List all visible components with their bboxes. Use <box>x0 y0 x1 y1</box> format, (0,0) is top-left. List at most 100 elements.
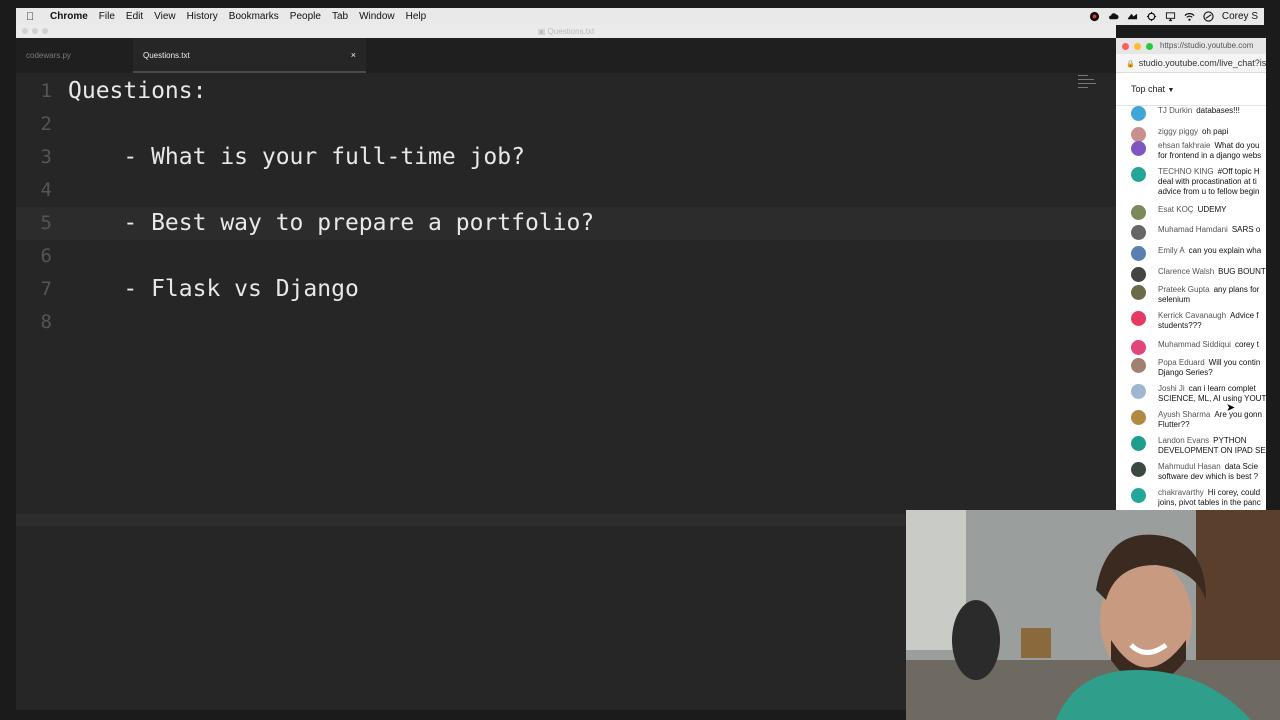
minimize-window-button[interactable] <box>32 28 38 34</box>
cloud-icon[interactable] <box>1108 11 1119 22</box>
chat-text: PYTHON <box>1213 436 1247 445</box>
chat-author[interactable]: TJ Durkin <box>1158 106 1192 115</box>
editor-line-current[interactable]: 5 - Best way to prepare a portfolio? <box>16 207 1116 240</box>
wifi-icon[interactable] <box>1184 11 1195 22</box>
status-area: Corey S <box>1089 8 1258 25</box>
chat-author[interactable]: Mahmudul Hasan <box>1158 462 1221 471</box>
record-icon[interactable] <box>1089 11 1100 22</box>
chat-author[interactable]: ehsan fakhraie <box>1158 141 1210 150</box>
editor-line[interactable]: 4 <box>16 174 1116 207</box>
avatar[interactable] <box>1131 488 1146 503</box>
zoom-window-button[interactable] <box>1146 43 1153 50</box>
chat-author[interactable]: ziggy piggy <box>1158 127 1198 136</box>
chat-text: can you explain wha <box>1188 246 1262 255</box>
avatar[interactable] <box>1131 167 1146 182</box>
menu-tab[interactable]: Tab <box>332 11 348 22</box>
address-bar[interactable]: 🔒 studio.youtube.com/live_chat?is <box>1116 54 1266 73</box>
line-text[interactable]: - What is your full-time job? <box>68 141 525 174</box>
address-text[interactable]: studio.youtube.com/live_chat?is <box>1139 58 1266 68</box>
avatar[interactable] <box>1131 436 1146 451</box>
editor-line[interactable]: 3 - What is your full-time job? <box>16 141 1116 174</box>
chat-author[interactable]: Joshi Ji <box>1158 384 1185 393</box>
chat-author[interactable]: TECHNO KING <box>1158 167 1214 176</box>
chat-author[interactable]: Clarence Walsh <box>1158 267 1214 276</box>
chat-text: advice from u to fellow begin <box>1158 187 1260 196</box>
app-icon[interactable] <box>1127 11 1138 22</box>
avatar[interactable] <box>1131 141 1146 156</box>
chat-message-body: Muhammad Siddiqui corey t <box>1158 340 1266 350</box>
user-name[interactable]: Corey S <box>1222 11 1258 22</box>
avatar[interactable] <box>1131 246 1146 261</box>
chat-author[interactable]: Emily A <box>1158 246 1185 255</box>
chat-author[interactable]: Landon Evans <box>1158 436 1209 445</box>
avatar[interactable] <box>1131 311 1146 326</box>
avatar[interactable] <box>1131 340 1146 355</box>
chat-author[interactable]: Popa Eduard <box>1158 358 1205 367</box>
line-text[interactable]: Questions: <box>68 75 206 108</box>
editor-line[interactable]: 7 - Flask vs Django <box>16 273 1116 306</box>
avatar[interactable] <box>1131 225 1146 240</box>
menu-app-name[interactable]: Chrome <box>50 11 88 22</box>
line-text[interactable]: - Flask vs Django <box>68 273 358 306</box>
chat-author[interactable]: Ayush Sharma <box>1158 410 1210 419</box>
close-tab-icon[interactable]: × <box>351 38 356 73</box>
airplay-icon[interactable] <box>1165 11 1176 22</box>
chat-text: Django Series? <box>1158 368 1213 377</box>
apple-icon[interactable]:  <box>26 11 40 23</box>
editor-line[interactable]: 6 <box>16 240 1116 273</box>
chat-text: Will you contin <box>1208 358 1261 367</box>
minimap[interactable] <box>1078 75 1098 89</box>
chat-author[interactable]: Esat KOÇ <box>1158 205 1194 214</box>
avatar[interactable] <box>1131 127 1146 142</box>
chat-text: DEVELOPMENT ON IPAD SE <box>1158 446 1266 455</box>
chat-author[interactable]: Muhamad Hamdani <box>1158 225 1228 234</box>
chat-text: students??? <box>1158 321 1202 330</box>
avatar[interactable] <box>1131 384 1146 399</box>
chat-author[interactable]: chakravarthy <box>1158 488 1204 497</box>
avatar[interactable] <box>1131 205 1146 220</box>
chat-window-title-bar: https://studio.youtube.com <box>1116 38 1266 54</box>
chat-message-body: TECHNO KING #Off topic Hdeal with procast… <box>1158 167 1266 197</box>
menu-people[interactable]: People <box>290 11 321 22</box>
menu-edit[interactable]: Edit <box>126 11 143 22</box>
avatar[interactable] <box>1131 358 1146 373</box>
editor-line[interactable]: 1 Questions: <box>16 75 1116 108</box>
avatar[interactable] <box>1131 267 1146 282</box>
chat-author[interactable]: Muhammad Siddiqui <box>1158 340 1231 349</box>
chat-text: oh papi <box>1202 127 1229 136</box>
editor-line[interactable]: 2 <box>16 108 1116 141</box>
close-window-button[interactable] <box>1122 43 1129 50</box>
bug-icon[interactable] <box>1146 11 1157 22</box>
avatar[interactable] <box>1131 106 1146 121</box>
editor-line[interactable]: 8 <box>16 306 1116 339</box>
line-number: 4 <box>40 179 52 201</box>
chat-message-body: ziggy piggy oh papi <box>1158 127 1266 137</box>
do-not-disturb-icon[interactable] <box>1203 11 1214 22</box>
close-window-button[interactable] <box>22 28 28 34</box>
avatar[interactable] <box>1131 285 1146 300</box>
chat-filter-dropdown[interactable]: Top chat ▼ <box>1116 73 1266 106</box>
line-number: 8 <box>40 311 52 333</box>
menu-help[interactable]: Help <box>406 11 427 22</box>
mouse-cursor-icon: ➤ <box>1226 402 1236 414</box>
chat-text: databases!!! <box>1196 106 1240 115</box>
chat-author[interactable]: Prateek Gupta <box>1158 285 1210 294</box>
code-editor[interactable]: 1 Questions: 2 3 - What is your full-tim… <box>16 73 1116 514</box>
menu-file[interactable]: File <box>99 11 115 22</box>
menu-view[interactable]: View <box>154 11 176 22</box>
menu-history[interactable]: History <box>187 11 218 22</box>
menu-window[interactable]: Window <box>359 11 395 22</box>
minimize-window-button[interactable] <box>1134 43 1141 50</box>
zoom-window-button[interactable] <box>42 28 48 34</box>
avatar[interactable] <box>1131 410 1146 425</box>
chat-author[interactable]: Kerrick Cavanaugh <box>1158 311 1226 320</box>
line-text[interactable]: - Best way to prepare a portfolio? <box>68 207 594 240</box>
chat-text: software dev which is best ? <box>1158 472 1259 481</box>
chat-message-body: Prateek Gupta any plans for selenium <box>1158 285 1266 305</box>
menu-bookmarks[interactable]: Bookmarks <box>229 11 279 22</box>
tab-questions[interactable]: Questions.txt × <box>133 38 366 73</box>
chat-message-body: Joshi Ji can i learn complet SCIENCE, ML, … <box>1158 384 1266 404</box>
avatar[interactable] <box>1131 462 1146 477</box>
chat-text: for frontend in a django webs <box>1158 151 1262 160</box>
chat-text: any plans for <box>1213 285 1260 294</box>
